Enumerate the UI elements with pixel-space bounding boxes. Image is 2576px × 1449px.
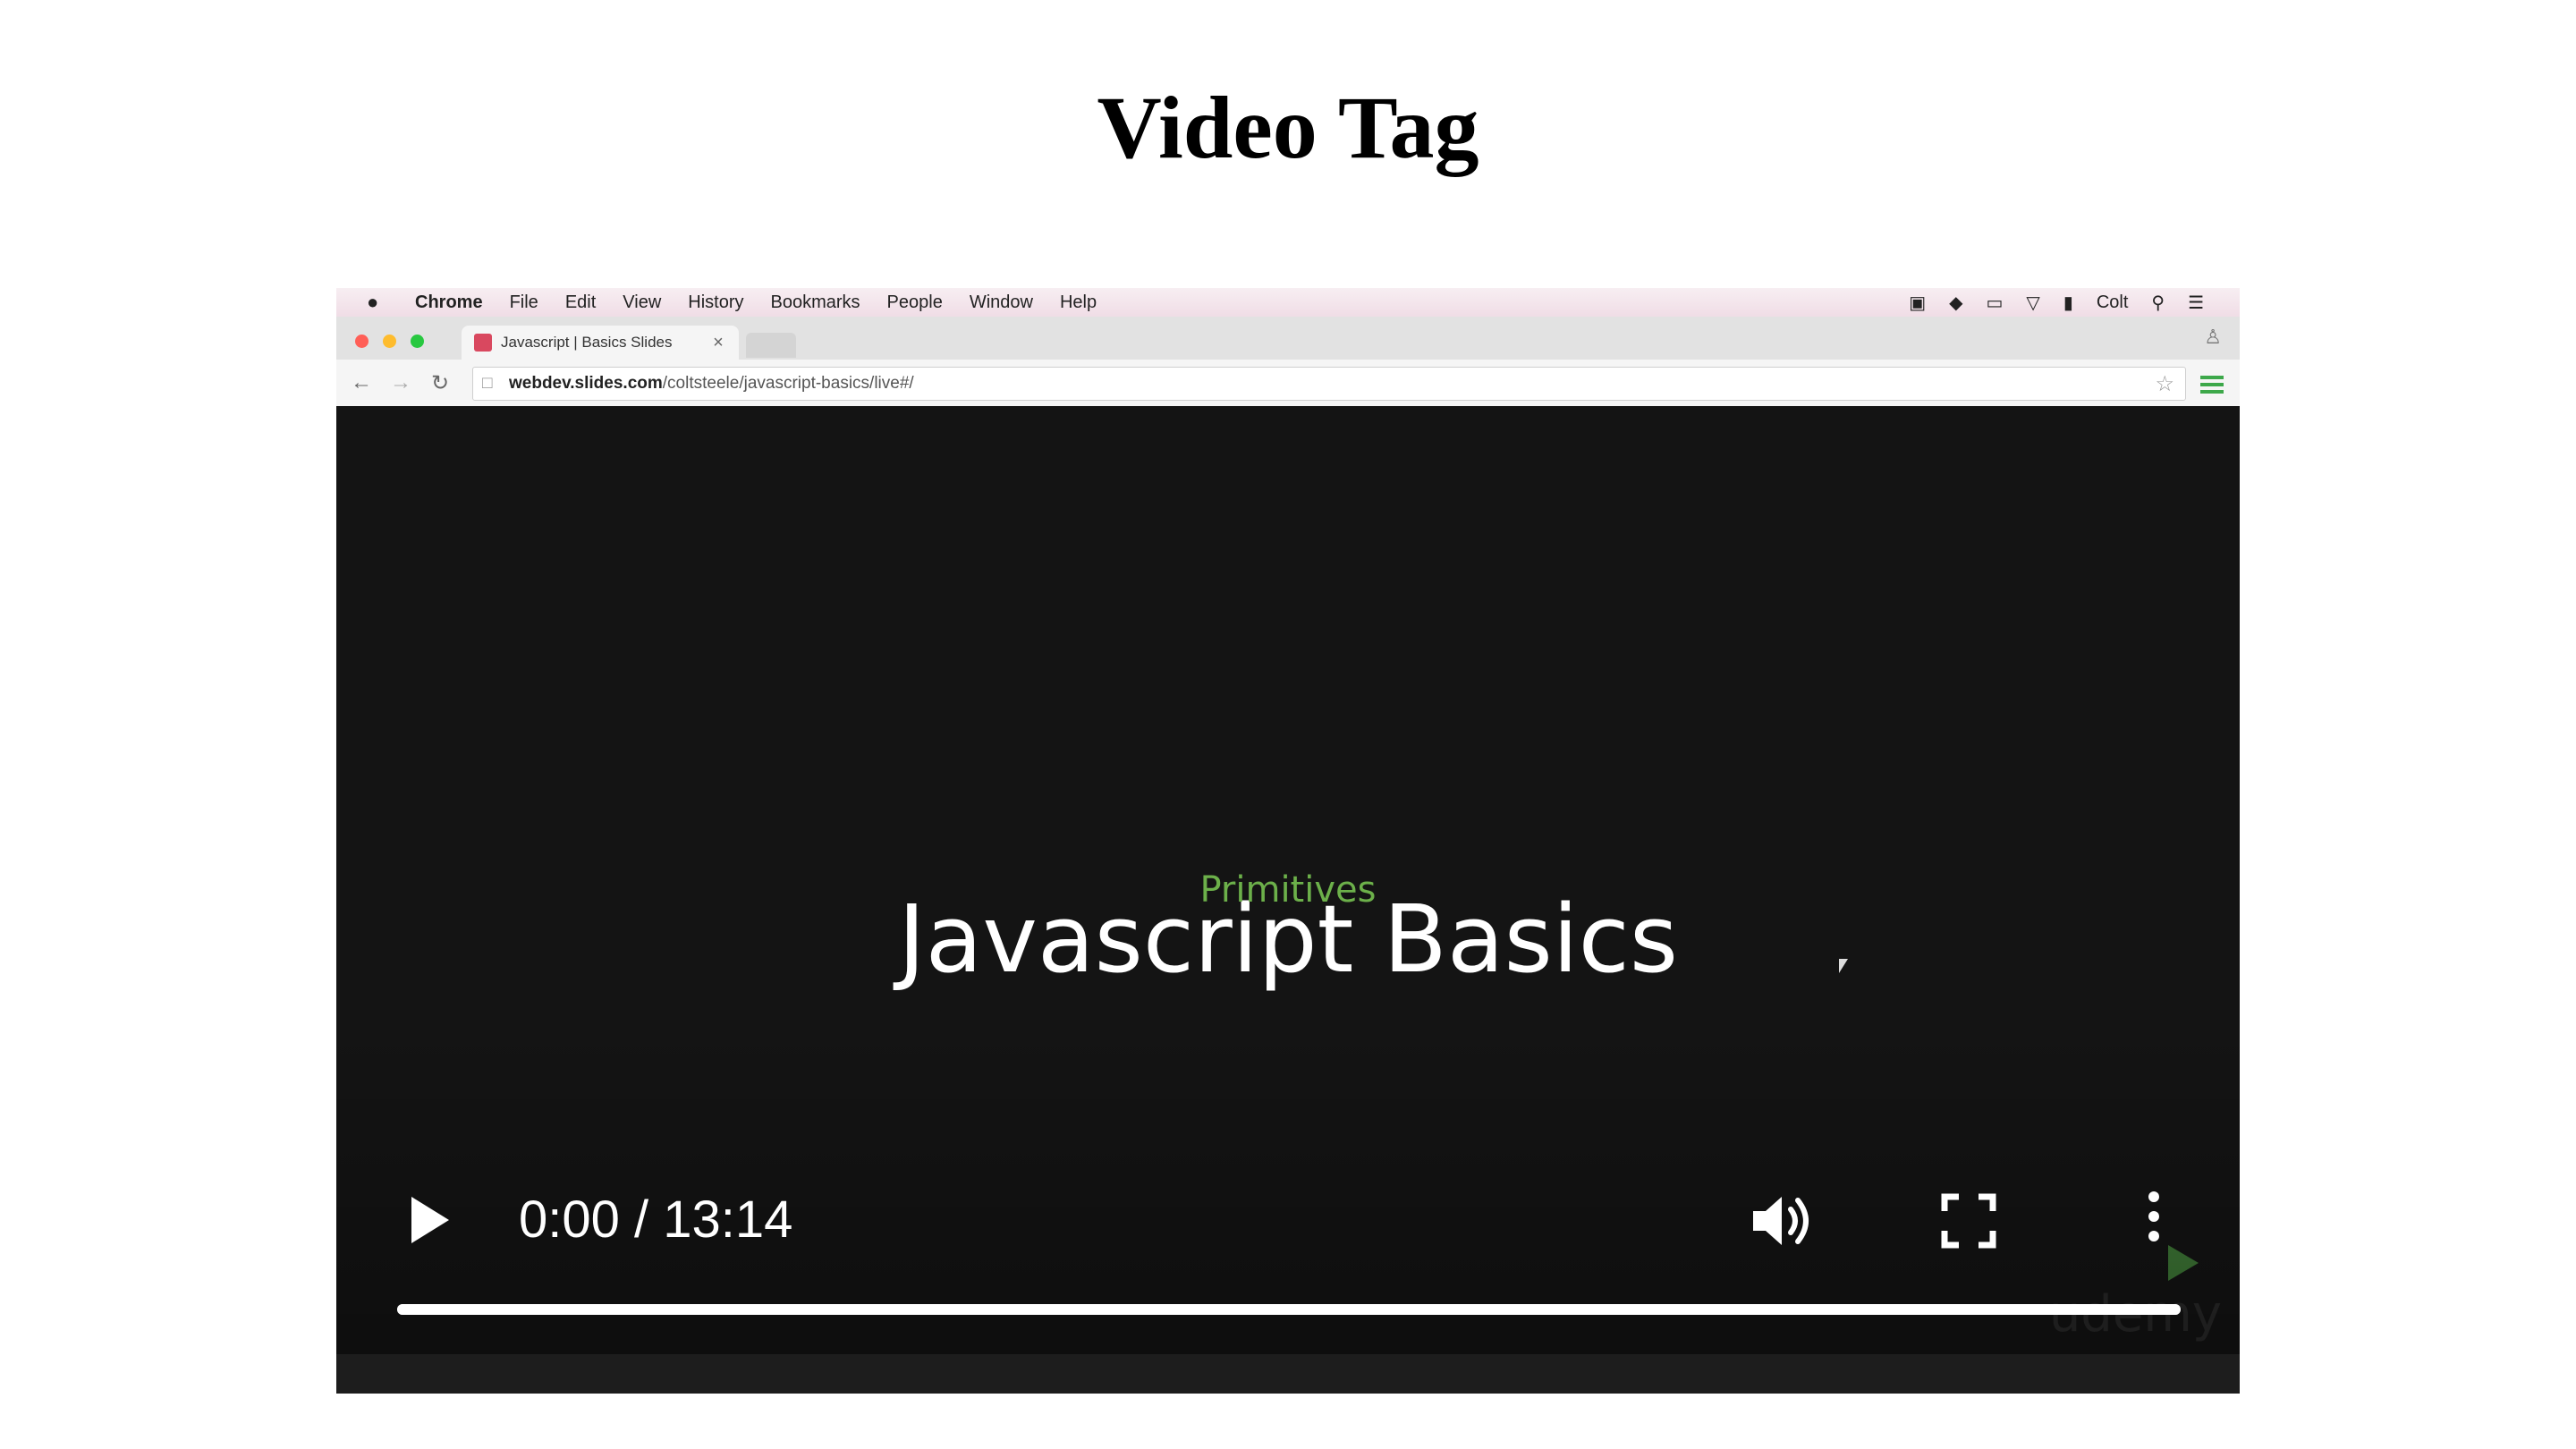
menu-item-people[interactable]: People <box>887 292 943 313</box>
back-arrow-icon[interactable]: ← <box>351 370 372 395</box>
dropbox-icon[interactable]: ◆ <box>1949 292 1962 314</box>
time-display: 0:00 / 13:14 <box>519 1191 793 1249</box>
fullscreen-icon[interactable] <box>1939 1191 1998 1250</box>
url-path: /coltsteele/javascript-basics/live#/ <box>662 374 914 393</box>
window-close-icon[interactable] <box>355 335 369 348</box>
bookmark-star-icon[interactable]: ☆ <box>2155 371 2174 397</box>
play-icon[interactable] <box>411 1197 449 1243</box>
video-player[interactable]: ● Chrome File Edit View History Bookmark… <box>336 288 2240 1394</box>
slide-subtitle: Primitives <box>1199 869 1377 911</box>
battery-icon[interactable]: ▮ <box>2063 292 2073 314</box>
page-title: Video Tag <box>1097 78 1479 177</box>
apple-icon[interactable]: ● <box>367 291 388 314</box>
tab-title: Javascript | Basics Slides <box>501 334 673 351</box>
new-tab-button[interactable] <box>746 333 796 358</box>
spotlight-icon[interactable]: ⚲ <box>2151 292 2165 314</box>
bottom-bar <box>336 1354 2240 1394</box>
tab-close-icon[interactable]: × <box>707 333 730 353</box>
menubar-status-area: ▣ ◆ ▭ ▽ ▮ Colt ⚲ ☰ <box>1885 292 2204 314</box>
volume-icon[interactable] <box>1750 1191 1818 1250</box>
wifi-icon[interactable]: ▽ <box>2026 292 2039 314</box>
mouse-cursor-icon <box>1839 959 1848 973</box>
progress-fill <box>397 1304 2181 1315</box>
menu-item-window[interactable]: Window <box>970 292 1033 313</box>
menu-item-history[interactable]: History <box>688 292 743 313</box>
address-bar[interactable]: □ webdev.slides.com /coltsteele/javascri… <box>472 367 2186 401</box>
page-icon: □ <box>482 374 493 393</box>
more-options-icon[interactable] <box>2136 1186 2172 1250</box>
menubar-user[interactable]: Colt <box>2097 292 2129 313</box>
url-host: webdev.slides.com <box>509 374 663 393</box>
chrome-menu-icon[interactable] <box>2200 376 2224 394</box>
menu-item-file[interactable]: File <box>510 292 538 313</box>
progress-bar[interactable] <box>397 1304 2181 1315</box>
menu-item-edit[interactable]: Edit <box>565 292 596 313</box>
menu-item-chrome[interactable]: Chrome <box>415 292 483 313</box>
notification-center-icon[interactable]: ☰ <box>2188 292 2204 314</box>
browser-toolbar: ← → ↻ □ webdev.slides.com /coltsteele/ja… <box>336 360 2240 407</box>
menu-item-bookmarks[interactable]: Bookmarks <box>771 292 860 313</box>
window-zoom-icon[interactable] <box>411 335 424 348</box>
browser-tab[interactable]: Javascript | Basics Slides × <box>462 326 739 360</box>
menu-item-view[interactable]: View <box>623 292 661 313</box>
screen-icon[interactable]: ▣ <box>1909 292 1926 314</box>
forward-arrow-icon[interactable]: → <box>390 370 411 395</box>
tab-favicon-icon <box>474 334 492 352</box>
profile-icon[interactable]: ♙ <box>2204 326 2222 349</box>
mac-menu-bar: ● Chrome File Edit View History Bookmark… <box>336 288 2240 317</box>
reload-icon[interactable]: ↻ <box>431 370 449 396</box>
menu-item-help[interactable]: Help <box>1060 292 1097 313</box>
browser-tab-strip: Javascript | Basics Slides × ♙ <box>336 317 2240 360</box>
window-minimize-icon[interactable] <box>383 335 396 348</box>
airplay-icon[interactable]: ▭ <box>1987 292 2004 314</box>
